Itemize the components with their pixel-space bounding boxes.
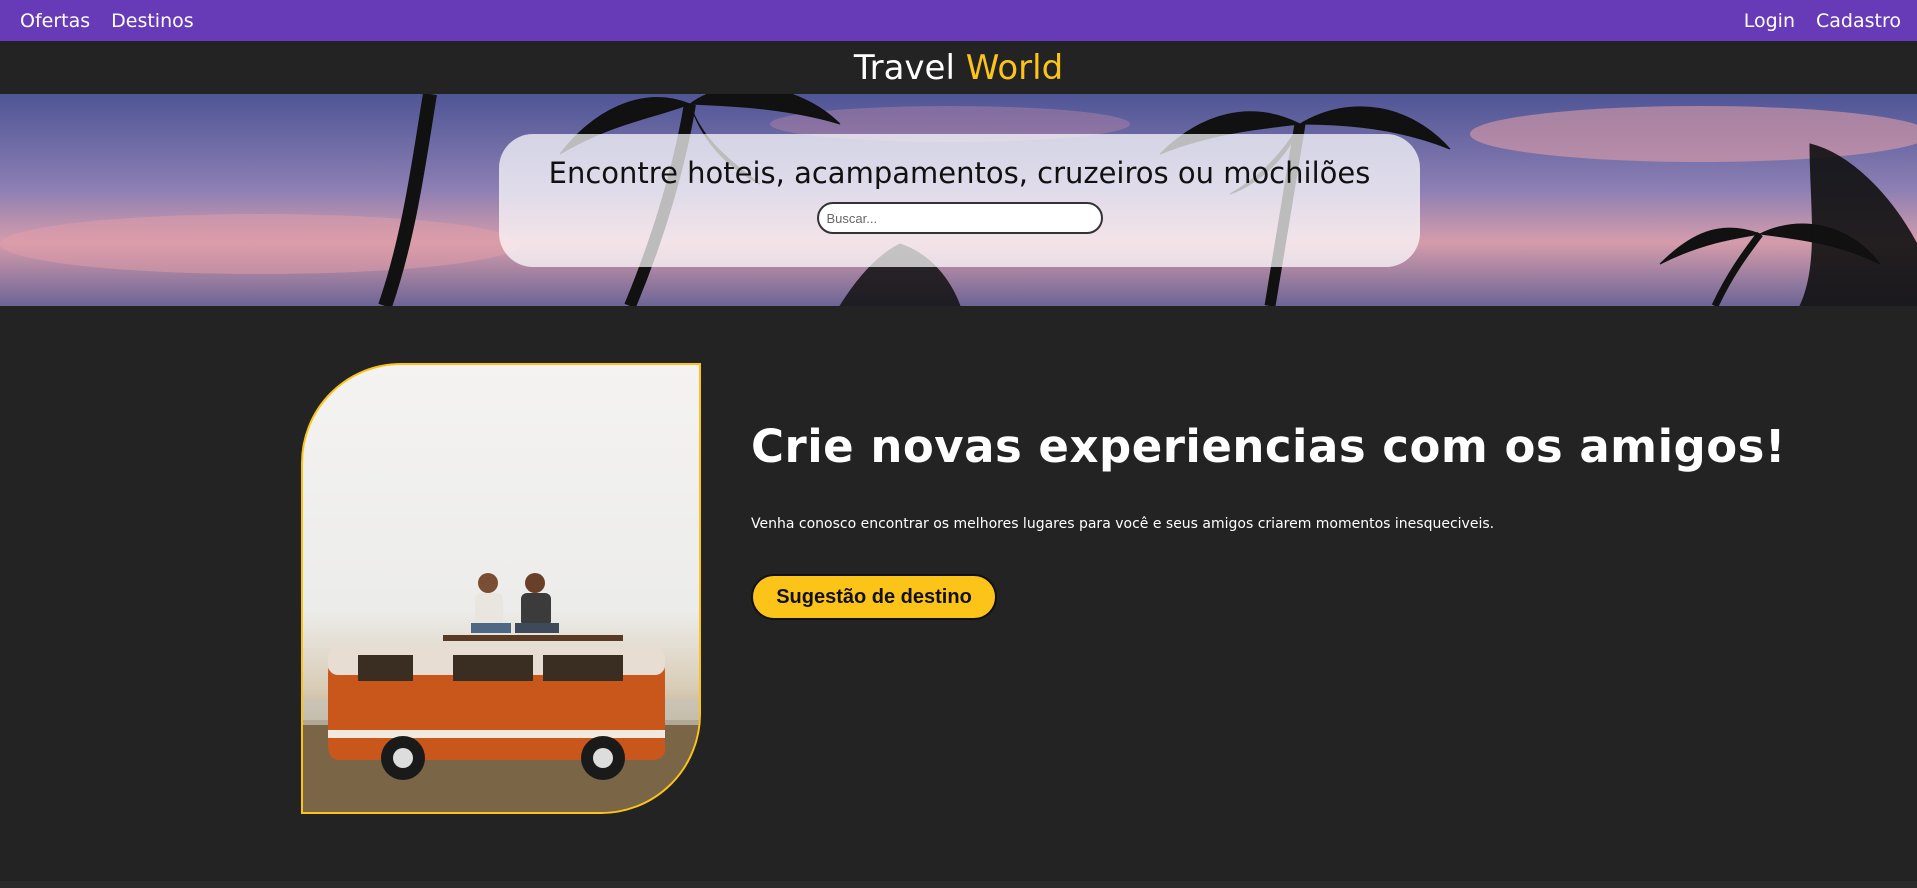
nav-link-destinos[interactable]: Destinos [111, 10, 194, 32]
search-input[interactable] [816, 202, 1103, 234]
van-illustration [303, 573, 699, 812]
search-card: Encontre hoteis, acampamentos, cruzeiros… [499, 134, 1420, 267]
nav-link-login[interactable]: Login [1744, 10, 1795, 32]
friends-van-photo [301, 363, 701, 814]
top-nav: Ofertas Destinos Login Cadastro [0, 0, 1917, 41]
nav-right: Login Cadastro [1744, 10, 1901, 32]
brand-name-part2: World [965, 47, 1064, 88]
destination-suggestion-button[interactable]: Sugestão de destino [751, 574, 997, 620]
brand-name-part1: Travel [853, 47, 955, 88]
feature-title: Crie novas experiencias com os amigos! [751, 420, 1786, 473]
nav-link-ofertas[interactable]: Ofertas [20, 10, 90, 32]
brand-bar: Travel World [0, 41, 1917, 94]
nav-left: Ofertas Destinos [20, 10, 194, 32]
feature-description: Venha conosco encontrar os melhores luga… [751, 516, 1495, 532]
hero-heading: Encontre hoteis, acampamentos, cruzeiros… [548, 156, 1371, 190]
nav-link-cadastro[interactable]: Cadastro [1816, 10, 1901, 32]
footer-divider [0, 881, 1917, 888]
hero-banner: Encontre hoteis, acampamentos, cruzeiros… [0, 94, 1917, 306]
site-logo[interactable]: Travel World [854, 48, 1063, 88]
